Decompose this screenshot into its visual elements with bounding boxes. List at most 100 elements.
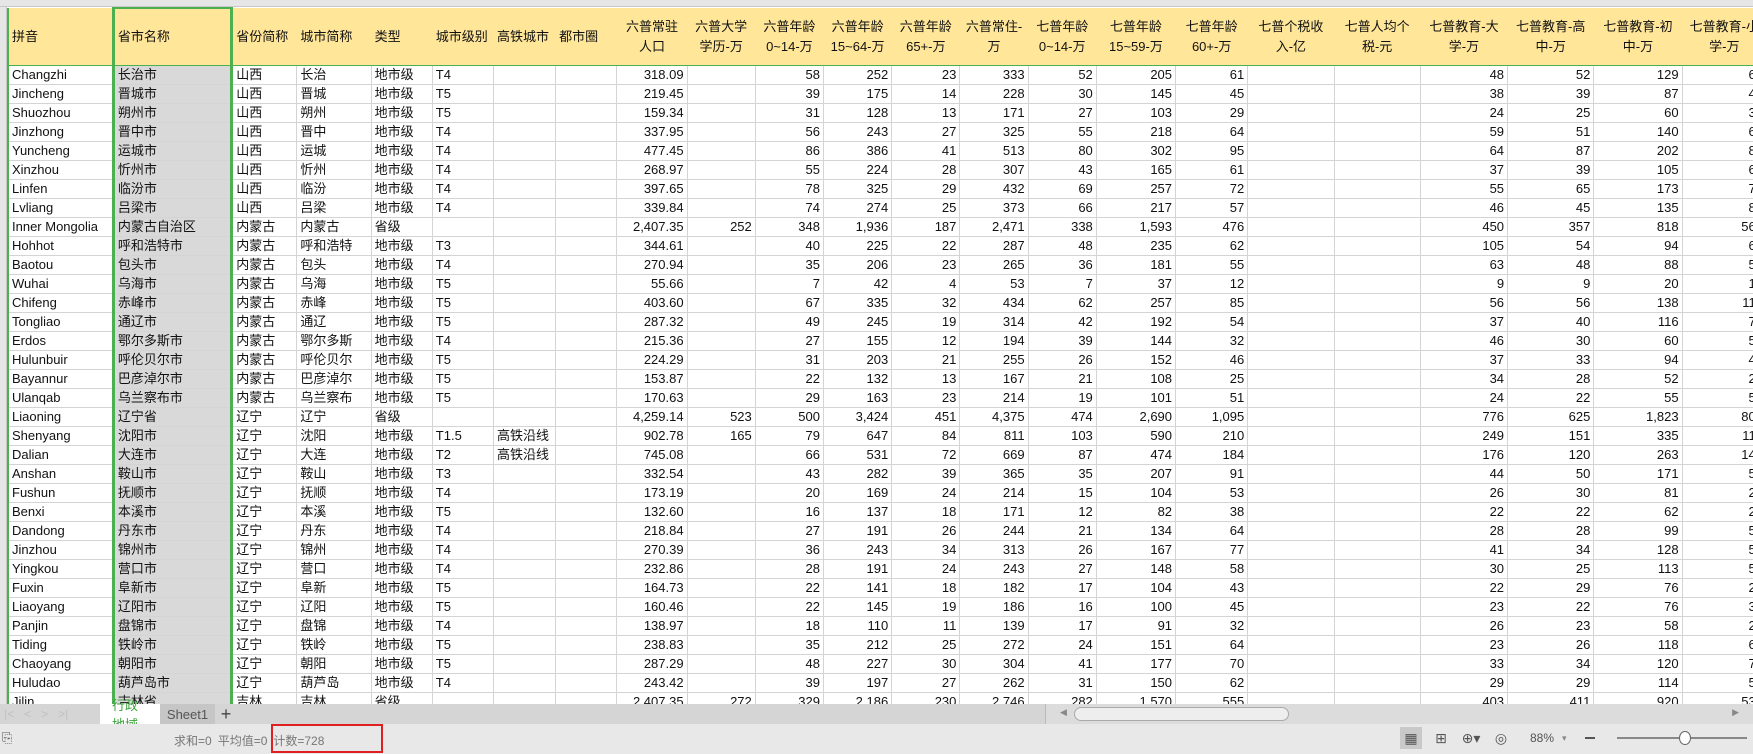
cell-M[interactable]: 252 — [822, 64, 893, 85]
cell-U[interactable]: 23 — [1419, 634, 1509, 655]
cell-F[interactable]: 地市级 — [370, 140, 433, 161]
cell-N[interactable]: 72 — [891, 444, 961, 465]
cell-G[interactable]: T5 — [431, 349, 494, 370]
cell-K[interactable] — [686, 159, 756, 180]
cell-I[interactable] — [555, 501, 618, 522]
cell-V[interactable]: 30 — [1507, 482, 1595, 503]
cell-H[interactable] — [492, 121, 557, 142]
cell-I[interactable] — [555, 254, 618, 275]
cell-K[interactable] — [686, 558, 756, 579]
cell-K[interactable] — [686, 653, 756, 674]
cell-O[interactable]: 243 — [959, 558, 1029, 579]
cell-L[interactable]: 22 — [754, 596, 824, 617]
cell-S[interactable] — [1247, 102, 1335, 123]
column-header-W[interactable]: 七普教育-初中-万 — [1593, 7, 1683, 66]
cell-U[interactable]: 37 — [1419, 349, 1509, 370]
cell-W[interactable]: 263 — [1593, 444, 1683, 465]
cell-Q[interactable]: 148 — [1095, 558, 1177, 579]
cell-C[interactable]: 朔州市 — [111, 102, 234, 123]
cell-D[interactable]: 山西 — [231, 102, 298, 123]
cell-N[interactable]: 23 — [891, 387, 961, 408]
cell-L[interactable]: 16 — [754, 501, 824, 522]
cell-N[interactable]: 27 — [891, 672, 961, 693]
cell-L[interactable]: 18 — [754, 615, 824, 636]
cell-S[interactable] — [1247, 577, 1335, 598]
cell-N[interactable]: 19 — [891, 596, 961, 617]
cell-T[interactable] — [1333, 520, 1421, 541]
column-header-O[interactable]: 六普常住-万 — [959, 7, 1029, 66]
cell-B[interactable]: Linfen — [7, 178, 114, 199]
cell-E[interactable]: 巴彦淖尔 — [296, 368, 372, 389]
cell-S[interactable] — [1247, 311, 1335, 332]
cell-V[interactable]: 22 — [1507, 501, 1595, 522]
cell-U[interactable]: 64 — [1419, 140, 1509, 161]
cell-W[interactable]: 202 — [1593, 140, 1683, 161]
cell-N[interactable]: 21 — [891, 349, 961, 370]
cell-P[interactable]: 55 — [1027, 121, 1097, 142]
cell-L[interactable]: 49 — [754, 311, 824, 332]
cell-M[interactable]: 1,936 — [822, 216, 893, 237]
cell-V[interactable]: 34 — [1507, 539, 1595, 560]
cell-C[interactable]: 朝阳市 — [111, 653, 234, 674]
cell-S[interactable] — [1247, 634, 1335, 655]
cell-M[interactable]: 224 — [822, 159, 893, 180]
cell-M[interactable]: 191 — [822, 520, 893, 541]
cell-E[interactable]: 抚顺 — [296, 482, 372, 503]
cell-F[interactable]: 地市级 — [370, 254, 433, 275]
cell-K[interactable] — [686, 349, 756, 370]
cell-L[interactable]: 74 — [754, 197, 824, 218]
cell-P[interactable]: 26 — [1027, 539, 1097, 560]
cell-G[interactable]: T4 — [431, 672, 494, 693]
cell-I[interactable] — [555, 349, 618, 370]
cell-W[interactable]: 113 — [1593, 558, 1683, 579]
cell-E[interactable]: 营口 — [296, 558, 372, 579]
cell-I[interactable] — [555, 121, 618, 142]
cell-B[interactable]: Dalian — [7, 444, 114, 465]
cell-X[interactable]: 75 — [1681, 178, 1753, 199]
cell-N[interactable]: 13 — [891, 102, 961, 123]
cell-X[interactable]: 79 — [1681, 653, 1753, 674]
cell-J[interactable]: 270.39 — [616, 539, 688, 560]
cell-S[interactable] — [1247, 159, 1335, 180]
cell-P[interactable]: 43 — [1027, 159, 1097, 180]
column-header-T[interactable]: 七普人均个税-元 — [1333, 7, 1421, 66]
cell-B[interactable]: Huludao — [7, 672, 114, 693]
cell-S[interactable] — [1247, 653, 1335, 674]
cell-F[interactable]: 地市级 — [370, 102, 433, 123]
cell-K[interactable] — [686, 83, 756, 104]
column-header-C[interactable]: 省市名称 — [111, 7, 234, 66]
cell-B[interactable]: Shenyang — [7, 425, 114, 446]
cell-P[interactable]: 30 — [1027, 83, 1097, 104]
cell-G[interactable]: T5 — [431, 501, 494, 522]
cell-C[interactable]: 赤峰市 — [111, 292, 234, 313]
cell-H[interactable] — [492, 387, 557, 408]
cell-U[interactable]: 56 — [1419, 292, 1509, 313]
cell-B[interactable]: Chaoyang — [7, 653, 114, 674]
cell-P[interactable]: 26 — [1027, 349, 1097, 370]
cell-U[interactable]: 22 — [1419, 501, 1509, 522]
cell-Q[interactable]: 590 — [1095, 425, 1177, 446]
cell-C[interactable]: 营口市 — [111, 558, 234, 579]
cell-B[interactable]: Dandong — [7, 520, 114, 541]
first-sheet-icon[interactable]: |< — [4, 707, 14, 721]
cell-C[interactable]: 辽宁省 — [111, 406, 234, 427]
cell-L[interactable]: 78 — [754, 178, 824, 199]
cell-H[interactable] — [492, 691, 557, 704]
cell-D[interactable]: 吉林 — [231, 691, 298, 704]
cell-K[interactable] — [686, 254, 756, 275]
cell-E[interactable]: 长治 — [296, 64, 372, 85]
cell-W[interactable]: 94 — [1593, 349, 1683, 370]
cell-O[interactable]: 214 — [959, 387, 1029, 408]
cell-G[interactable]: T4 — [431, 64, 494, 85]
cell-C[interactable]: 乌兰察布市 — [111, 387, 234, 408]
cell-I[interactable] — [555, 653, 618, 674]
cell-X[interactable]: 141 — [1681, 444, 1753, 465]
cell-O[interactable]: 53 — [959, 273, 1029, 294]
cell-M[interactable]: 137 — [822, 501, 893, 522]
cell-Q[interactable]: 257 — [1095, 292, 1177, 313]
cell-I[interactable] — [555, 83, 618, 104]
cell-S[interactable] — [1247, 64, 1335, 85]
cell-G[interactable]: T5 — [431, 387, 494, 408]
cell-B[interactable]: Fuxin — [7, 577, 114, 598]
cell-D[interactable]: 山西 — [231, 64, 298, 85]
